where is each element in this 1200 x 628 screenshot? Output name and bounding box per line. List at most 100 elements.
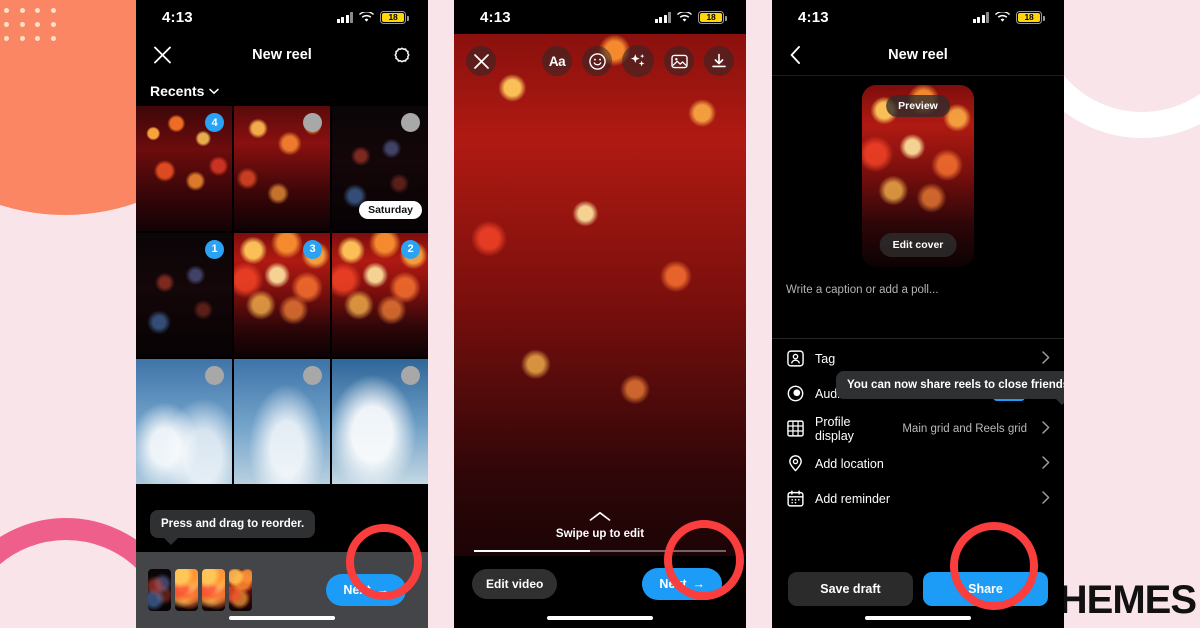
reorder-tooltip: Press and drag to reorder. [150, 510, 316, 545]
home-indicator [547, 615, 653, 620]
page-title: New reel [888, 46, 948, 63]
home-indicator [865, 615, 971, 620]
effects-icon[interactable] [622, 45, 654, 77]
share-option-label: Profile display [815, 414, 854, 443]
day-label-chip: Saturday [359, 201, 422, 219]
arrow-right-icon: → [692, 577, 706, 591]
battery-icon: 18 [1016, 10, 1045, 24]
close-friends-tooltip: You can now share reels to close friends… [836, 371, 1064, 405]
reorder-thumbnail[interactable] [148, 569, 171, 611]
text-icon[interactable]: Aa [542, 46, 572, 76]
photo-grid-cell[interactable]: 4 [136, 106, 232, 231]
media-icon[interactable] [664, 46, 694, 76]
cover-preview-card[interactable]: Preview Edit cover [862, 85, 974, 267]
wifi-icon [995, 11, 1010, 23]
status-bar: 4:13 18 [772, 0, 1064, 34]
cover-preview-area: Preview Edit cover [772, 76, 1064, 276]
wifi-icon [677, 11, 692, 23]
cellular-signal-icon [972, 11, 989, 23]
chevron-down-icon [209, 88, 220, 94]
chevron-up-icon [454, 511, 746, 523]
status-time: 4:13 [798, 8, 829, 26]
audience-icon [786, 385, 804, 403]
edit-cover-button[interactable]: Edit cover [879, 233, 957, 257]
next-button-label: Next [343, 583, 371, 597]
reorder-thumbnail[interactable] [229, 569, 252, 611]
selection-badge-selected[interactable]: 1 [205, 239, 224, 259]
chevron-right-icon [1042, 490, 1050, 507]
arrow-right-icon: → [376, 583, 390, 597]
cellular-signal-icon [654, 11, 671, 23]
chevron-right-icon [1042, 350, 1050, 367]
next-button[interactable]: Next → [326, 574, 406, 606]
wifi-icon [359, 11, 374, 23]
share-option-label: Add location [815, 456, 884, 471]
page-title: New reel [252, 47, 312, 63]
photo-grid: 4 Saturday 1 3 2 [136, 106, 428, 484]
photo-grid-cell[interactable] [332, 359, 428, 484]
gear-icon[interactable] [394, 47, 410, 63]
phone-screen-editor: 4:13 18 Aa Swipe up to edit Edit video N… [454, 0, 746, 628]
chevron-right-icon [1042, 420, 1050, 437]
photo-grid-cell[interactable]: 2 [332, 232, 428, 358]
close-icon[interactable] [154, 46, 171, 64]
photo-grid-cell[interactable]: Saturday [332, 106, 428, 231]
share-button[interactable]: Share [923, 572, 1048, 606]
selected-thumbnails-strip[interactable] [148, 569, 252, 611]
selection-badge-selected[interactable]: 2 [401, 239, 420, 259]
share-option-value: Main grid and Reels grid [902, 422, 1027, 435]
selection-badge-empty[interactable] [401, 113, 420, 132]
battery-icon: 18 [380, 10, 409, 24]
video-scrubber[interactable] [474, 550, 726, 552]
selection-badge-selected[interactable]: 4 [205, 113, 224, 132]
photo-grid-cell[interactable] [234, 106, 330, 231]
save-draft-button[interactable]: Save draft [788, 572, 913, 606]
next-button[interactable]: Next → [642, 568, 722, 600]
share-option-row[interactable]: Add location [772, 446, 1064, 481]
album-selector[interactable]: Recents [136, 76, 428, 106]
next-button-label: Next [659, 577, 687, 591]
share-option-row[interactable]: Profile display Main grid and Reels grid [772, 411, 1064, 446]
status-bar: 4:13 18 [136, 0, 428, 34]
screenshot-stage: THEMES 4:13 18 New reel Recents 4 Saturd… [0, 0, 1200, 628]
dot-pattern-decoration [4, 8, 66, 50]
photo-grid-cell[interactable]: 3 [234, 232, 330, 358]
share-navbar: New reel [772, 34, 1064, 76]
phone-screen-picker: 4:13 18 New reel Recents 4 Saturday 1 3 … [136, 0, 428, 628]
share-option-row[interactable]: Add reminder [772, 481, 1064, 516]
picker-navbar: New reel [136, 34, 428, 76]
calendar-icon [786, 490, 804, 508]
profile-grid-icon [786, 420, 804, 438]
battery-level: 18 [382, 12, 404, 22]
close-icon[interactable] [466, 46, 496, 76]
selection-badge-empty[interactable] [303, 113, 322, 132]
chevron-left-icon[interactable] [790, 45, 801, 64]
reorder-thumbnail[interactable] [175, 569, 198, 611]
home-indicator [229, 615, 335, 620]
sticker-icon[interactable] [582, 46, 612, 76]
status-bar: 4:13 18 [454, 0, 746, 34]
battery-level: 18 [1018, 12, 1040, 22]
battery-icon: 18 [698, 10, 727, 24]
status-time: 4:13 [480, 8, 511, 26]
location-pin-icon [786, 455, 804, 473]
chevron-right-icon [1042, 455, 1050, 472]
editor-toolbar: Aa [454, 38, 746, 84]
preview-chip[interactable]: Preview [886, 95, 950, 117]
caption-input[interactable]: Write a caption or add a poll... [772, 276, 1064, 338]
share-option-label: Tag [815, 351, 836, 366]
swipe-up-label: Swipe up to edit [555, 528, 645, 540]
status-time: 4:13 [162, 8, 193, 26]
edit-video-button[interactable]: Edit video [472, 569, 558, 599]
download-icon[interactable] [704, 46, 734, 76]
reorder-thumbnail[interactable] [202, 569, 225, 611]
album-label: Recents [150, 83, 205, 99]
swipe-up-hint[interactable]: Swipe up to edit [454, 511, 746, 540]
selection-badge-selected[interactable]: 3 [303, 239, 322, 259]
photo-grid-cell[interactable]: 1 [136, 232, 232, 358]
tag-people-icon [786, 350, 804, 368]
phone-screen-share: 4:13 18 New reel Preview Edit cover Writ… [772, 0, 1064, 628]
photo-grid-cell[interactable] [234, 359, 330, 484]
photo-grid-cell[interactable] [136, 359, 232, 484]
cellular-signal-icon [336, 11, 353, 23]
